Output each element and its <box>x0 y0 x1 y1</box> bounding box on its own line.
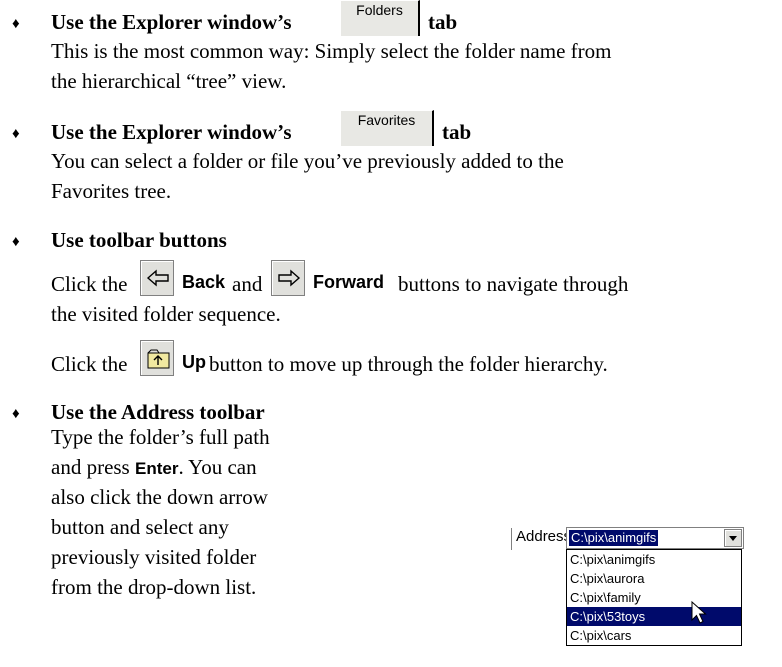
dropdown-item[interactable]: C:\pix\aurora <box>567 569 741 588</box>
address-label: Address <box>516 528 572 545</box>
back-arrow-icon <box>146 269 169 287</box>
address-body-2-pre: and press <box>51 455 130 479</box>
dropdown-item[interactable]: C:\pix\animgifs <box>567 550 741 569</box>
forward-button[interactable] <box>271 260 305 296</box>
bullet: ♦ <box>12 126 20 142</box>
toolbar-heading: Use toolbar buttons <box>51 228 227 252</box>
favorites-body-2: Favorites tree. <box>51 179 172 203</box>
toolbar-line3-post: button to move up through the folder hie… <box>209 352 608 376</box>
back-button[interactable] <box>140 260 174 296</box>
up-button[interactable] <box>140 340 174 376</box>
address-body-2: and press Enter. You can <box>51 452 257 484</box>
favorites-tab[interactable]: Favorites <box>340 110 434 146</box>
folders-tab-label: Folders <box>356 2 403 18</box>
folder-up-icon <box>147 349 170 369</box>
bullet: ♦ <box>12 16 20 32</box>
favorites-body-1: You can select a folder or file you’ve p… <box>51 149 564 173</box>
toolbar-line2: the visited folder sequence. <box>51 302 281 326</box>
bullet: ♦ <box>12 406 20 422</box>
address-value[interactable]: C:\pix\animgifs <box>569 530 659 546</box>
folders-body-2: the hierarchical “tree” view. <box>51 69 287 93</box>
folders-heading-pre: Use the Explorer window’s <box>51 10 292 34</box>
address-body-3: also click the down arrow <box>51 485 268 509</box>
favorites-tab-label: Favorites <box>357 112 416 128</box>
folders-body-1: This is the most common way: Simply sele… <box>51 39 612 63</box>
dropdown-item[interactable]: C:\pix\cars <box>567 626 741 645</box>
toolbar-line3-pre: Click the <box>51 352 128 376</box>
back-label: Back <box>182 272 226 292</box>
folders-tab[interactable]: Folders <box>340 0 420 36</box>
address-body-6: from the drop-down list. <box>51 575 257 599</box>
chevron-down-icon <box>729 536 737 541</box>
toolbar-line1-and: and <box>232 272 263 296</box>
bullet: ♦ <box>12 234 20 250</box>
address-dropdown-list: C:\pix\animgifs C:\pix\aurora C:\pix\fam… <box>566 549 742 646</box>
address-body-5: previously visited folder <box>51 545 257 569</box>
up-label: Up <box>182 352 206 372</box>
toolbar-line1-post: buttons to navigate through <box>398 272 629 296</box>
address-combobox[interactable]: C:\pix\animgifs <box>566 527 744 549</box>
folders-heading-post: tab <box>428 10 458 34</box>
address-toolbar: Address C:\pix\animgifs <box>506 527 746 550</box>
address-body-2-post: . You can <box>178 455 257 479</box>
favorites-heading-pre: Use the Explorer window’s <box>51 120 292 144</box>
dropdown-item[interactable]: C:\pix\family <box>567 588 741 607</box>
enter-key-label: Enter <box>134 459 179 478</box>
forward-label: Forward <box>313 272 385 292</box>
address-dropdown-button[interactable] <box>724 529 742 547</box>
address-body-1: Type the folder’s full path <box>51 425 270 449</box>
address-body-4: button and select any <box>51 515 229 539</box>
forward-arrow-icon <box>278 269 301 287</box>
toolbar-grip[interactable] <box>507 528 512 550</box>
toolbar-line1-pre: Click the <box>51 272 128 296</box>
dropdown-item-highlighted[interactable]: C:\pix\53toys <box>567 607 741 626</box>
mouse-cursor-icon <box>691 600 707 624</box>
favorites-heading-post: tab <box>442 120 472 144</box>
